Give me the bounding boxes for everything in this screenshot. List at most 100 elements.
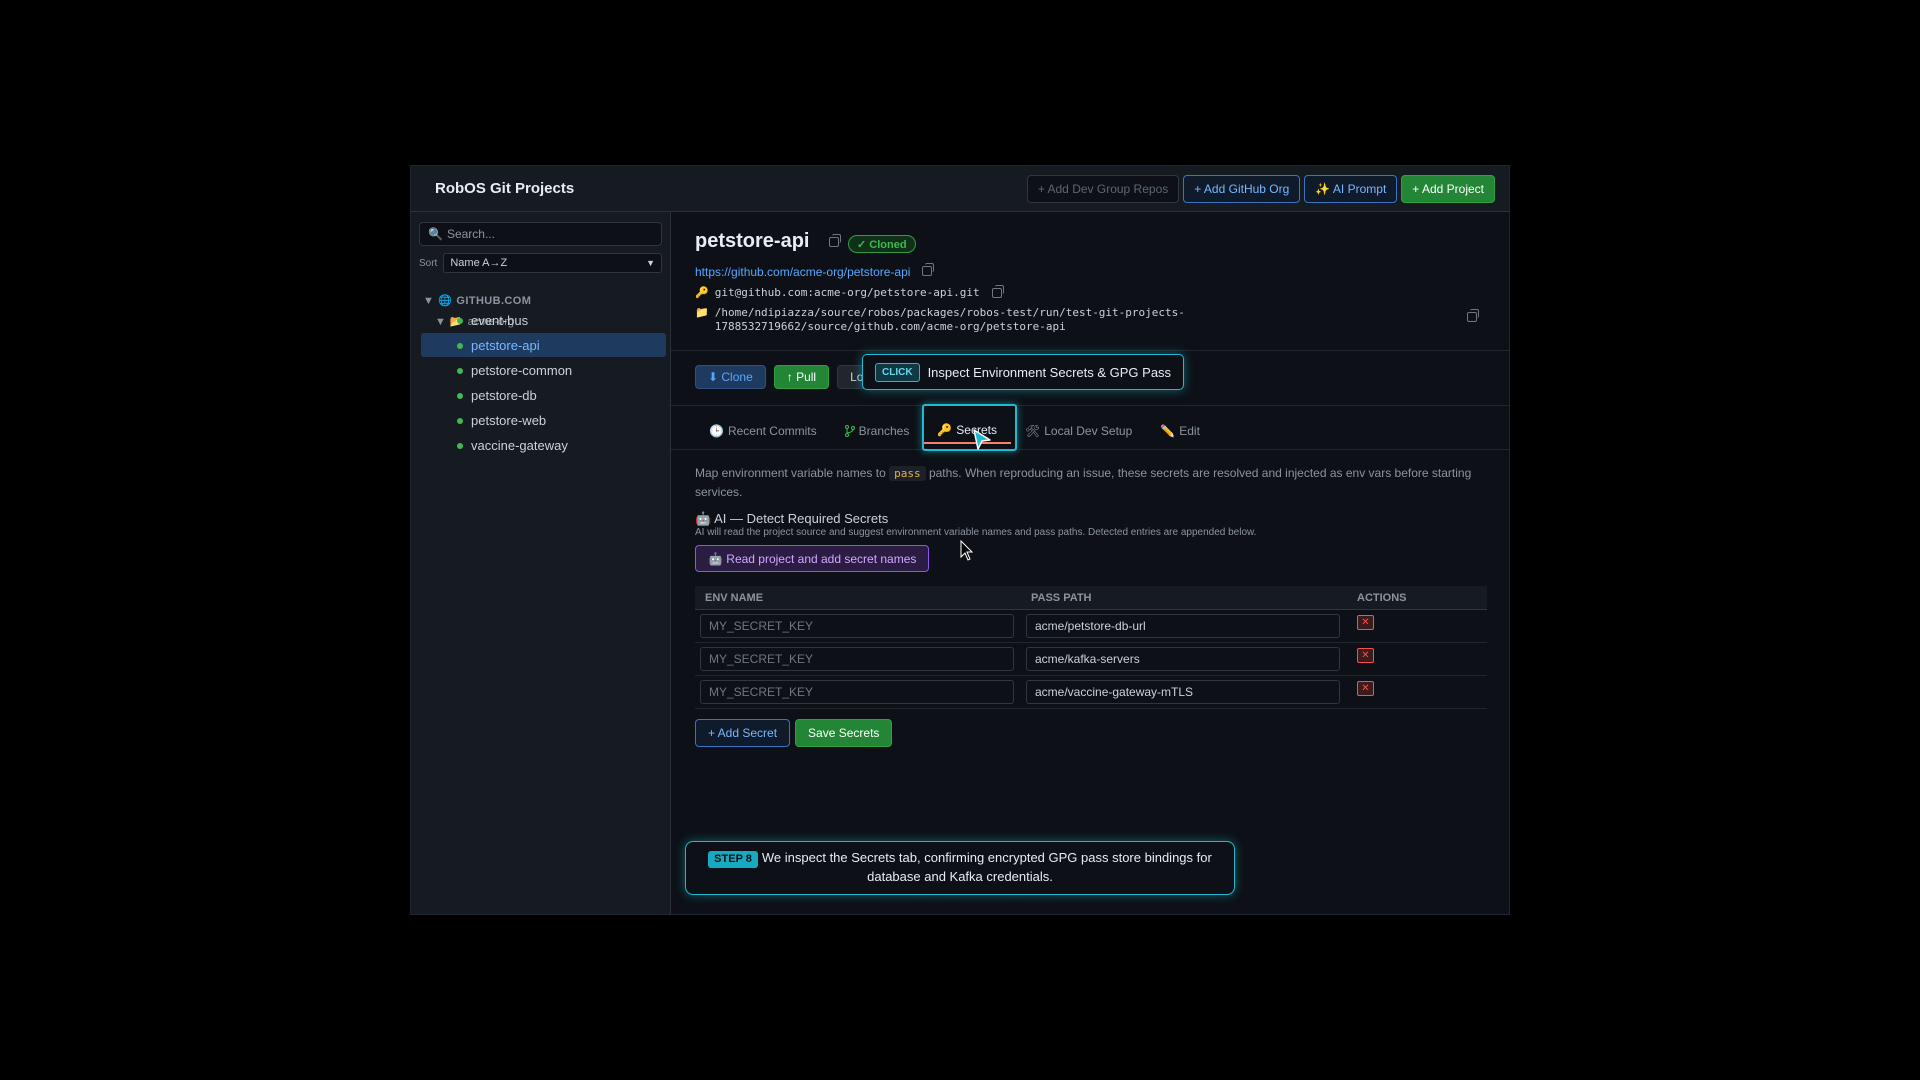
sort-row: Sort Name A→Z ▼ xyxy=(419,252,662,274)
status-dot xyxy=(457,393,463,399)
tab-local-dev-setup[interactable]: 🛠 Local Dev Setup xyxy=(1011,418,1146,444)
secrets-table: ENV NAME PASS PATH ACTIONS MY_SECRET_KEY… xyxy=(695,586,1487,709)
tab-highlight-frame xyxy=(922,404,1017,451)
divider xyxy=(671,405,1509,406)
secrets-description: Map environment variable names to pass p… xyxy=(695,464,1495,501)
ssh-url: 🔑 git@github.com:acme-org/petstore-api.g… xyxy=(695,284,1004,299)
sidebar-item-event-bus[interactable]: event-bus xyxy=(421,308,666,332)
click-tag: CLICK xyxy=(875,362,920,382)
desc-code: pass xyxy=(889,466,926,481)
repo-url-text: https://github.com/acme-org/petstore-api xyxy=(695,265,911,279)
top-actions: + Add Dev Group Repos + Add GitHub Org ✨… xyxy=(1026,175,1495,203)
path-line-2: 1788532719662/source/github.com/acme-org… xyxy=(714,320,1066,333)
sidebar-item-vaccine-gateway[interactable]: vaccine-gateway xyxy=(421,433,666,457)
repo-url-link[interactable]: https://github.com/acme-org/petstore-api xyxy=(695,263,934,279)
mouse-cursor-icon xyxy=(960,540,974,561)
ai-section-title: 🤖 AI — Detect Required Secrets xyxy=(695,511,889,526)
local-path-text: /home/ndipiazza/source/robos/packages/ro… xyxy=(715,306,1185,334)
step-callout: STEP 8 We inspect the Secrets tab, confir… xyxy=(685,841,1235,895)
tools-icon: 🛠 xyxy=(1024,424,1041,438)
click-text: Inspect Environment Secrets & GPG Pass xyxy=(927,364,1172,380)
env-name-input[interactable]: MY_SECRET_KEY xyxy=(700,680,1014,704)
sidebar-item-petstore-db[interactable]: petstore-db xyxy=(421,383,666,407)
sidebar-item-petstore-web[interactable]: petstore-web xyxy=(421,408,666,432)
pass-path-input[interactable]: acme/petstore-db-url xyxy=(1026,614,1340,638)
ai-prompt-button[interactable]: ✨ AI Prompt xyxy=(1304,175,1398,203)
project-title: petstore-api xyxy=(695,230,842,253)
desc-text: Map environment variable names to xyxy=(695,466,890,480)
status-dot xyxy=(457,343,463,349)
caret-down-icon: ▼ xyxy=(423,294,435,307)
tab-label: Branches xyxy=(858,424,910,438)
table-header: ENV NAME PASS PATH ACTIONS xyxy=(695,586,1487,610)
step-tag: STEP 8 xyxy=(708,851,758,868)
step-text: We inspect the Secrets tab, confirming e… xyxy=(761,850,1212,884)
delete-secret-button[interactable]: ✕ xyxy=(1357,615,1374,630)
click-callout: CLICK Inspect Environment Secrets & GPG … xyxy=(862,354,1185,390)
pull-button[interactable]: ↑ Pull xyxy=(773,365,830,389)
col-actions: ACTIONS xyxy=(1357,591,1407,604)
sort-value: Name A→Z xyxy=(450,257,508,269)
search-icon: 🔍 xyxy=(428,227,443,241)
tab-label: Recent Commits xyxy=(727,424,817,438)
tab-recent-commits[interactable]: 🕒 Recent Commits xyxy=(695,418,831,444)
add-project-button[interactable]: + Add Project xyxy=(1401,175,1495,203)
pass-path-input[interactable]: acme/vaccine-gateway-mTLS xyxy=(1026,680,1340,704)
copy-icon[interactable] xyxy=(921,263,934,276)
search-placeholder: Search... xyxy=(446,227,495,241)
cursor-pointer-icon xyxy=(973,429,991,450)
status-dot xyxy=(457,368,463,374)
sort-select[interactable]: Name A→Z ▼ xyxy=(443,253,662,273)
tab-edit[interactable]: ✏️ Edit xyxy=(1146,418,1214,444)
table-row: MY_SECRET_KEY acme/petstore-db-url ✕ xyxy=(695,610,1487,643)
status-dot xyxy=(457,318,463,324)
save-secrets-button[interactable]: Save Secrets xyxy=(795,719,893,747)
secrets-actions: + Add Secret Save Secrets xyxy=(695,719,893,747)
add-secret-button[interactable]: + Add Secret xyxy=(695,719,791,747)
tab-branches[interactable]: Branches xyxy=(831,418,924,444)
env-name-input[interactable]: MY_SECRET_KEY xyxy=(700,614,1014,638)
sidebar-item-petstore-common[interactable]: petstore-common xyxy=(421,358,666,382)
delete-secret-button[interactable]: ✕ xyxy=(1357,681,1374,696)
project-name: petstore-api xyxy=(695,230,810,252)
status-badge: ✓ Cloned xyxy=(848,235,916,253)
local-path: 📁 /home/ndipiazza/source/robos/packages/… xyxy=(695,306,1485,334)
tab-label: Edit xyxy=(1179,424,1200,438)
ai-section-subtitle: AI will read the project source and sugg… xyxy=(695,527,1257,538)
top-bar: RobOS Git Projects + Add Dev Group Repos… xyxy=(411,166,1509,212)
main-panel: petstore-api ✓ Cloned https://github.com… xyxy=(671,212,1509,914)
table-row: MY_SECRET_KEY acme/kafka-servers ✕ xyxy=(695,643,1487,676)
host-label: GITHUB.COM xyxy=(456,294,532,307)
delete-secret-button[interactable]: ✕ xyxy=(1357,648,1374,663)
read-project-secrets-button[interactable]: 🤖 Read project and add secret names xyxy=(695,545,930,572)
sidebar-item-petstore-api[interactable]: petstore-api xyxy=(421,333,666,357)
col-pass-path: PASS PATH xyxy=(1031,591,1092,604)
status-dot xyxy=(457,418,463,424)
table-row: MY_SECRET_KEY acme/vaccine-gateway-mTLS … xyxy=(695,676,1487,709)
env-name-input[interactable]: MY_SECRET_KEY xyxy=(700,647,1014,671)
path-line-1: /home/ndipiazza/source/robos/packages/ro… xyxy=(714,306,1185,319)
globe-icon: 🌐 xyxy=(438,295,453,307)
pencil-icon: ✏️ xyxy=(1160,424,1176,438)
pass-path-input[interactable]: acme/kafka-servers xyxy=(1026,647,1340,671)
chevron-down-icon: ▼ xyxy=(646,258,655,268)
copy-icon[interactable] xyxy=(991,284,1004,298)
tab-label: Local Dev Setup xyxy=(1044,424,1133,438)
status-dot xyxy=(457,443,463,449)
clock-icon: 🕒 xyxy=(709,424,724,438)
ssh-url-text: git@github.com:acme-org/petstore-api.git xyxy=(714,286,980,299)
sort-label: Sort xyxy=(419,257,438,269)
folder-icon: 📁 xyxy=(695,306,709,319)
add-dev-group-button[interactable]: + Add Dev Group Repos xyxy=(1026,175,1180,203)
search-input[interactable]: 🔍 Search... xyxy=(419,222,662,246)
tree-host-github[interactable]: ▼ 🌐 GITHUB.COM xyxy=(423,294,532,308)
copy-icon[interactable] xyxy=(1467,309,1479,322)
add-github-org-button[interactable]: + Add GitHub Org xyxy=(1183,175,1301,203)
copy-icon[interactable] xyxy=(829,234,842,247)
key-icon: 🔑 xyxy=(695,286,709,299)
clone-button[interactable]: ⬇ Clone xyxy=(695,365,766,389)
divider xyxy=(671,350,1509,351)
app-title: RobOS Git Projects xyxy=(435,180,575,197)
branch-icon xyxy=(844,425,855,437)
project-actions: ⬇ Clone ↑ Pull Lo xyxy=(695,365,877,389)
